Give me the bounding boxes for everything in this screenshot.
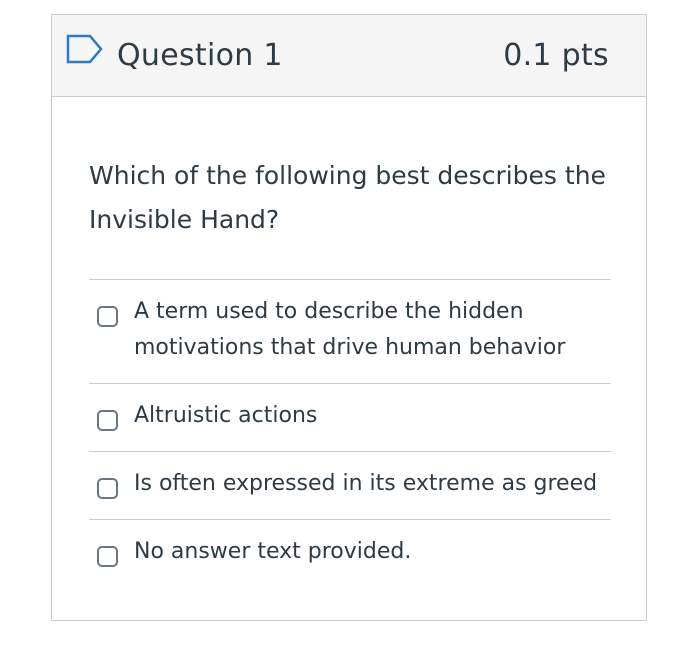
answer-label[interactable]: No answer text provided.: [134, 534, 574, 570]
answer-radio[interactable]: [97, 306, 118, 327]
answer-option[interactable]: Altruistic actions: [89, 383, 611, 451]
answer-option[interactable]: No answer text provided.: [89, 519, 611, 587]
answer-radio[interactable]: [97, 478, 118, 499]
answer-list: A term used to describe the hidden motiv…: [89, 279, 611, 587]
bookmark-flag-icon[interactable]: [66, 34, 104, 64]
answer-radio[interactable]: [97, 546, 118, 567]
answer-label[interactable]: Is often expressed in its extreme as gre…: [134, 466, 614, 502]
question-card: Question 1 0.1 pts Which of the followin…: [51, 14, 647, 621]
question-title: Question 1: [117, 38, 283, 73]
answer-label[interactable]: Altruistic actions: [134, 398, 574, 434]
question-header: Question 1 0.1 pts: [52, 15, 646, 97]
question-points: 0.1 pts: [503, 38, 609, 73]
answer-radio[interactable]: [97, 410, 118, 431]
question-prompt: Which of the following best describes th…: [89, 161, 606, 234]
answer-option[interactable]: A term used to describe the hidden motiv…: [89, 279, 611, 383]
answer-label[interactable]: A term used to describe the hidden motiv…: [134, 294, 574, 366]
answer-option[interactable]: Is often expressed in its extreme as gre…: [89, 451, 611, 519]
